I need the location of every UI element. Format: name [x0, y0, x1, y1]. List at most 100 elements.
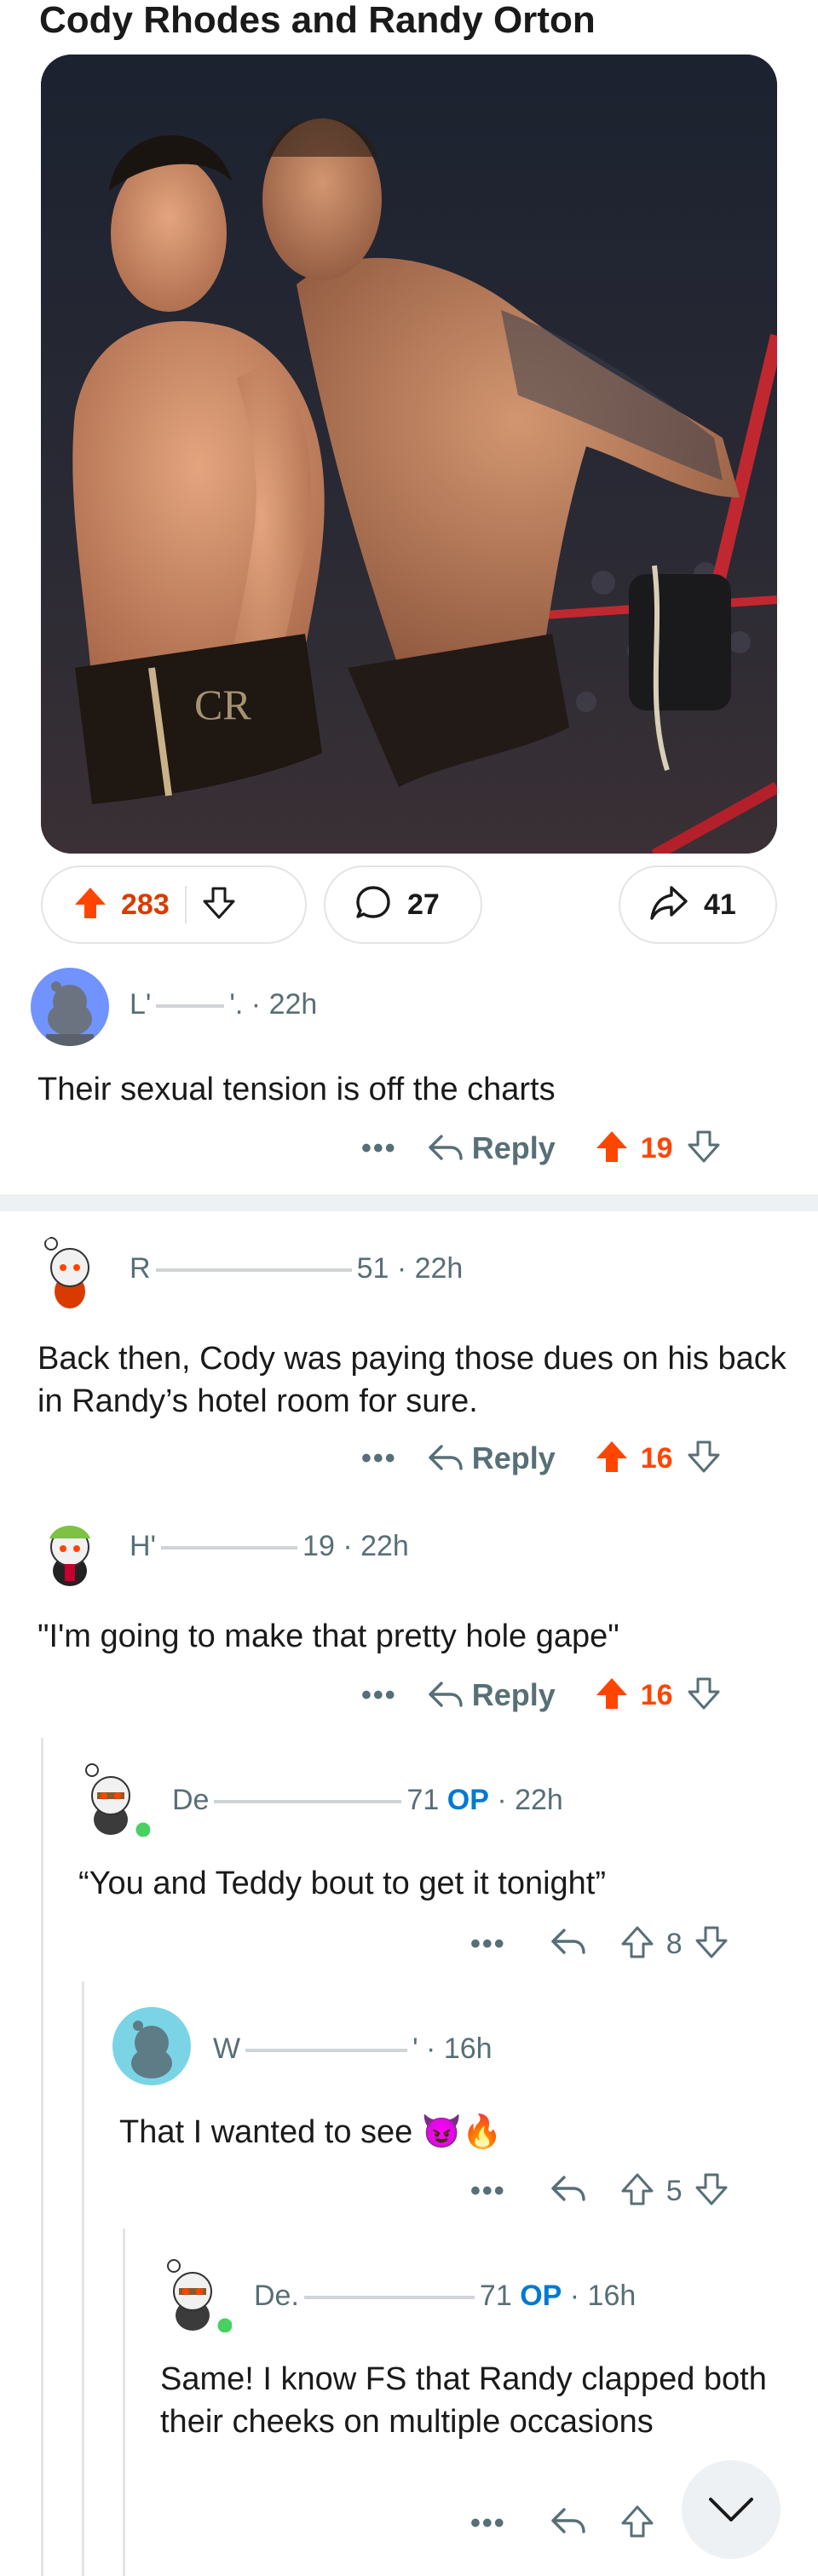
thread-line[interactable] — [41, 1738, 43, 2576]
reply-icon — [429, 1682, 463, 1707]
timestamp: · 16h — [426, 2033, 493, 2065]
avatar[interactable] — [112, 2007, 191, 2085]
avatar[interactable] — [72, 1758, 153, 1840]
comment-meta: De. 71 OP · 16h — [254, 2280, 636, 2313]
avatar[interactable] — [31, 1232, 109, 1310]
upvote-icon[interactable] — [595, 1440, 629, 1478]
comment-score: 19 — [640, 1131, 673, 1164]
redacted-username — [245, 2049, 408, 2053]
comment-icon — [354, 884, 392, 926]
reply-icon[interactable] — [550, 2174, 586, 2209]
thread-line[interactable] — [82, 1981, 84, 2576]
timestamp: · 22h — [343, 1530, 409, 1562]
comment-body: "I'm going to make that pretty hole gape… — [37, 1619, 619, 1654]
reply-icon[interactable] — [550, 2506, 586, 2541]
reply-icon — [429, 1135, 463, 1160]
comment-meta: R 51 · 22h — [130, 1252, 463, 1285]
downvote-icon[interactable] — [202, 886, 236, 924]
upvote-icon[interactable] — [595, 1676, 629, 1715]
more-icon[interactable]: ••• — [470, 2175, 506, 2208]
timestamp: · 22h — [396, 1252, 464, 1285]
comment-meta: L' '. · 22h — [130, 988, 317, 1021]
comment-body: Same! I know FS that Randy clapped both … — [160, 2361, 767, 2440]
post-image[interactable]: CR — [41, 55, 777, 854]
more-icon[interactable]: ••• — [470, 1928, 506, 1961]
upvote-icon[interactable] — [595, 1130, 629, 1168]
username[interactable]: W — [213, 2033, 240, 2065]
username-tail: 71 — [479, 2280, 512, 2312]
op-badge: OP — [446, 1784, 489, 1816]
comment-meta: H' 19 · 22h — [130, 1530, 409, 1563]
username-tail: '. — [229, 988, 244, 1021]
post-title: Cody Rhodes and Randy Orton — [39, 0, 596, 41]
username-tail: ' — [412, 2033, 418, 2065]
avatar[interactable] — [153, 2254, 235, 2336]
vote-separator — [184, 886, 187, 923]
username[interactable]: De — [172, 1784, 209, 1816]
avatar[interactable] — [31, 1509, 109, 1588]
upvote-icon[interactable] — [620, 2504, 654, 2543]
comment-score: 8 — [665, 1927, 683, 1960]
comment-actions: ••• 5 — [470, 2165, 794, 2217]
svg-text:CR: CR — [194, 681, 251, 728]
timestamp: · 16h — [569, 2280, 637, 2312]
comment-body: “You and Teddy bout to get it tonight” — [78, 1866, 607, 1901]
reply-button[interactable]: Reply — [428, 1440, 556, 1476]
comment-actions: ••• 8 — [470, 1918, 794, 1969]
username[interactable]: De. — [254, 2280, 299, 2312]
upvote-icon[interactable] — [73, 886, 107, 924]
comment-score: 5 — [665, 2174, 683, 2207]
comment-body: Back then, Cody was paying those dues on… — [37, 1341, 786, 1419]
comment-count: 27 — [407, 888, 440, 921]
more-icon[interactable]: ••• — [470, 2507, 506, 2540]
username[interactable]: R — [130, 1252, 151, 1285]
post-score: 283 — [121, 888, 170, 921]
comment-body: That I wanted to see 😈🔥 — [119, 2114, 503, 2150]
scroll-down-button[interactable] — [682, 2460, 781, 2559]
username[interactable]: H' — [130, 1530, 156, 1562]
reply-button[interactable]: Reply — [428, 1130, 556, 1166]
timestamp: · 22h — [251, 988, 318, 1021]
downvote-icon[interactable] — [687, 1440, 721, 1478]
reply-icon[interactable] — [550, 1927, 586, 1962]
reply-icon — [429, 1445, 463, 1470]
downvote-icon[interactable] — [687, 1676, 721, 1715]
comment-divider — [0, 1194, 818, 1211]
more-icon[interactable]: ••• — [361, 1442, 397, 1475]
share-icon — [649, 884, 688, 926]
comment-body: Their sexual tension is off the charts — [37, 1072, 556, 1107]
share-button[interactable]: 41 — [619, 865, 777, 944]
downvote-icon[interactable] — [687, 1130, 721, 1168]
comment-actions: ••• — [470, 2498, 692, 2549]
comment-score: 16 — [640, 1441, 673, 1475]
more-icon[interactable]: ••• — [361, 1679, 397, 1712]
comment-score: 16 — [640, 1678, 673, 1711]
thread-line[interactable] — [123, 2228, 125, 2576]
avatar[interactable] — [31, 968, 109, 1046]
redacted-username — [303, 2296, 475, 2300]
wrestlers-photo: CR — [41, 55, 777, 854]
more-icon[interactable]: ••• — [361, 1132, 397, 1165]
emoji: 😈🔥 — [421, 2114, 503, 2150]
username-tail: 51 — [356, 1252, 389, 1285]
redacted-username — [214, 1800, 402, 1804]
username[interactable]: L' — [130, 988, 151, 1021]
reply-button[interactable]: Reply — [428, 1677, 556, 1713]
redacted-username — [155, 1268, 352, 1273]
redacted-username — [161, 1546, 298, 1550]
downvote-icon[interactable] — [694, 2172, 729, 2211]
comment-actions: ••• Reply 16 — [361, 1433, 787, 1484]
post-vote-control: 283 — [41, 865, 307, 944]
comment-meta: W ' · 16h — [213, 2033, 493, 2066]
scroll-down-icon — [709, 2498, 753, 2521]
op-badge: OP — [520, 2280, 562, 2312]
timestamp: · 22h — [497, 1784, 563, 1816]
username-tail: 19 — [302, 1530, 335, 1562]
upvote-icon[interactable] — [620, 2172, 654, 2211]
username-tail: 71 — [406, 1784, 440, 1816]
comments-button[interactable]: 27 — [324, 865, 482, 944]
upvote-icon[interactable] — [620, 1925, 654, 1964]
comment-actions: ••• Reply 16 — [361, 1670, 787, 1721]
downvote-icon[interactable] — [694, 1925, 729, 1964]
share-count: 41 — [704, 888, 736, 921]
